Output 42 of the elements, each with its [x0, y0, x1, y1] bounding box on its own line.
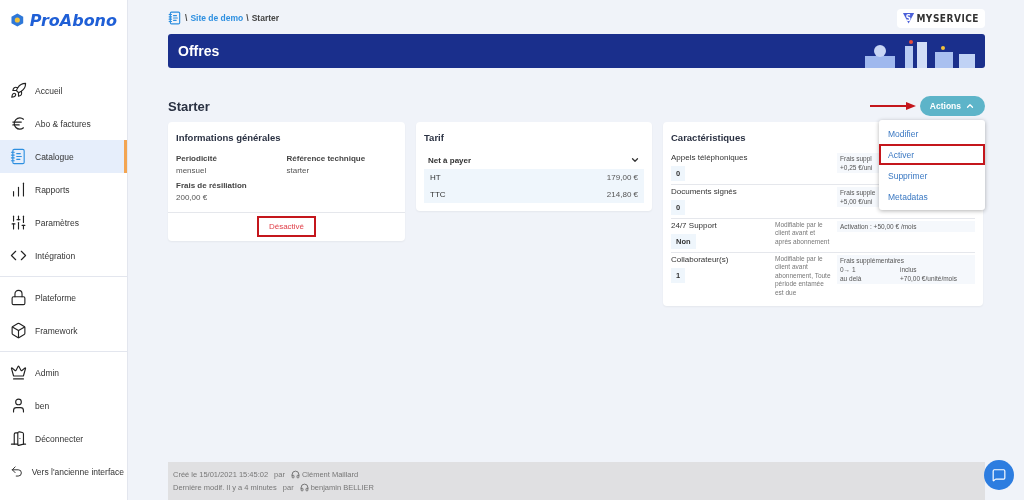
banner-title: Offres — [178, 43, 220, 59]
price-label: HT — [430, 173, 441, 182]
sidebar-item[interactable]: Abo & factures — [0, 107, 127, 140]
logo-text: ProAbono — [29, 10, 117, 30]
sidebar-item[interactable]: Framework — [0, 314, 127, 347]
card-title: Tarif — [423, 131, 445, 145]
price-value: 214,80 € — [606, 190, 638, 199]
menu-item[interactable]: Metadatas — [879, 186, 985, 207]
sidebar-item[interactable]: Vers l'ancienne interface — [0, 455, 127, 488]
price-label: TTC — [430, 190, 446, 199]
sidebar-item[interactable]: ben — [0, 389, 127, 422]
field-label: Référence technique — [286, 154, 367, 163]
sidebar-item[interactable]: Admin — [0, 356, 127, 389]
field-label: Frais de résiliation — [176, 181, 248, 190]
field-label: Periodicité — [176, 154, 218, 163]
sidebar-item[interactable]: Déconnecter — [0, 422, 127, 455]
feature-name: Documents signés — [671, 187, 738, 196]
field-value: mensuel — [176, 166, 208, 175]
breadcrumb-separator: \ — [246, 13, 249, 23]
field-value: 200,00 € — [176, 193, 209, 202]
sidebar-item[interactable]: Plateforme — [0, 281, 127, 314]
brand-logo: S MYSERVICE — [896, 8, 985, 28]
sidebar-item[interactable]: Paramètres — [0, 206, 127, 239]
sidebar-item[interactable]: Catalogue — [0, 140, 127, 173]
sidebar-item[interactable]: Accueil — [0, 74, 127, 107]
menu-item[interactable]: Modifier — [879, 123, 985, 144]
sidebar-item[interactable]: Rapports — [0, 173, 127, 206]
price-type-select[interactable]: Net à payer — [424, 151, 644, 169]
menu-item[interactable]: Supprimer — [879, 165, 985, 186]
page-title: Starter — [168, 98, 210, 114]
breadcrumb-current: Starter — [251, 13, 280, 23]
card-title: Caractéristiques — [670, 131, 747, 145]
price-value: 179,00 € — [606, 173, 638, 182]
field-value: starter — [286, 166, 311, 175]
breadcrumb-separator: \ — [185, 13, 188, 23]
card-title: Informations générales — [175, 131, 282, 145]
status-label: Désactivé — [256, 216, 317, 237]
menu-item[interactable]: Activer — [879, 144, 985, 165]
feature-name: Collaborateur(s) — [671, 255, 730, 264]
feature-name: 24/7 Support — [671, 221, 718, 230]
feature-name: Appels téléphoniques — [671, 153, 749, 162]
sidebar-item[interactable]: Intégration — [0, 239, 127, 272]
